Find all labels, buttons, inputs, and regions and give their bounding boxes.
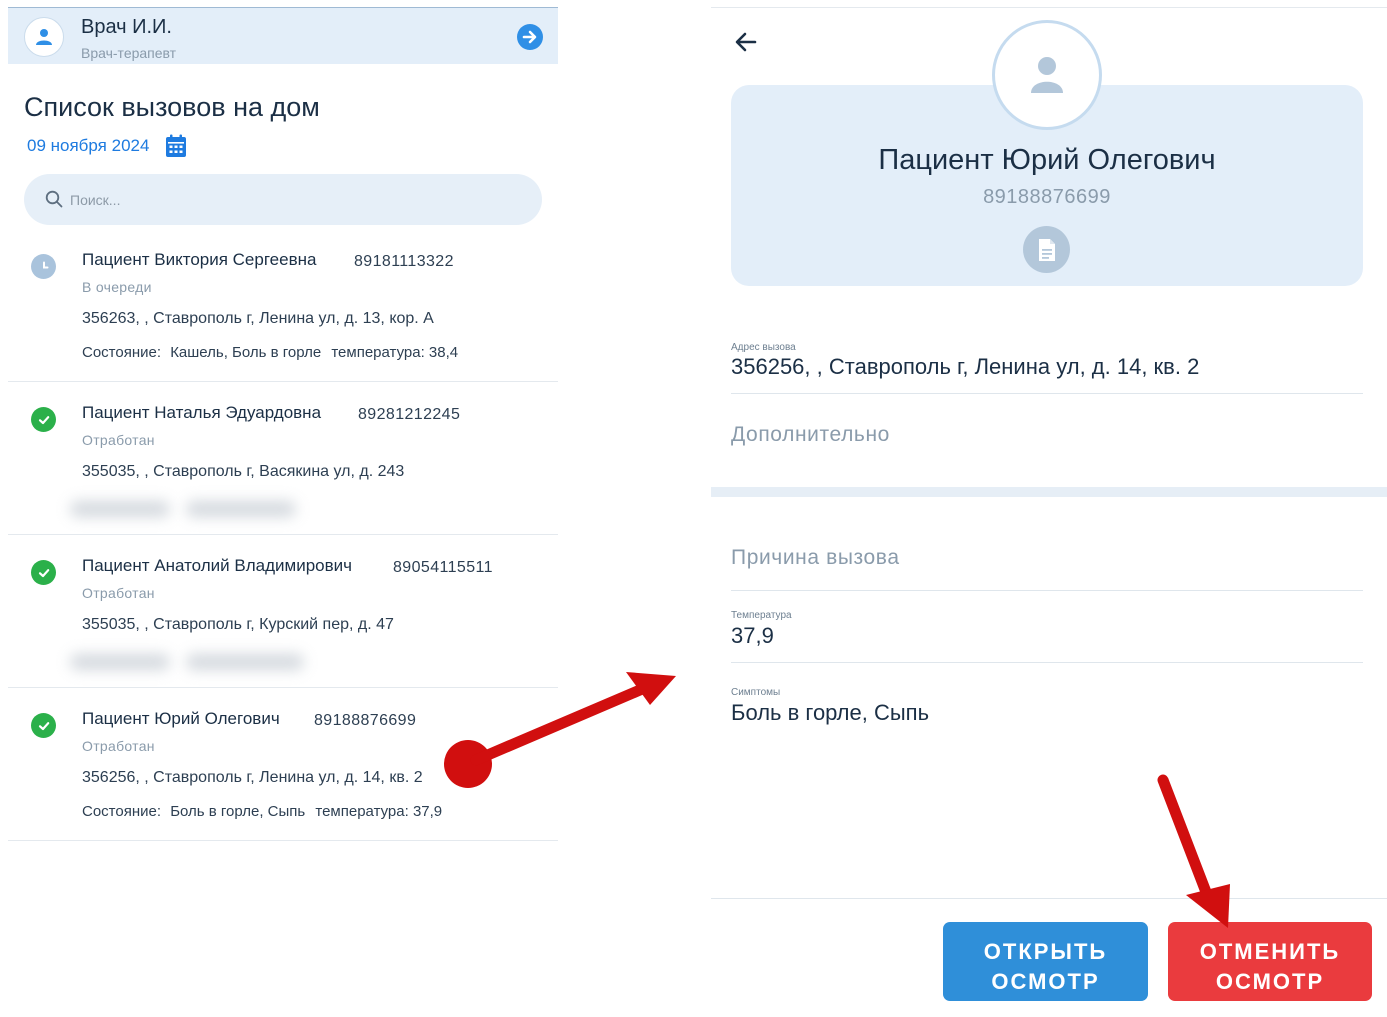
status-badge: Отработан [82,432,155,448]
patient-title: Пациент Юрий Олегович [878,144,1216,176]
patient-condition: Состояние: Кашель, Боль в горле температ… [82,344,458,361]
clock-icon [31,254,56,279]
blurred-text [186,654,304,670]
blurred-text [70,501,170,517]
doctor-name: Врач И.И. [81,16,172,38]
address-value: 356256, , Ставрополь г, Ленина ул, д. 14… [731,354,1200,379]
patient-phone: 89188876699 [983,186,1111,208]
address-label: Адрес вызова [731,342,796,353]
cancel-exam-button[interactable]: ОТМЕНИТЬ ОСМОТР [1168,922,1372,1001]
patient-phone: 89188876699 [314,712,417,729]
arrow-left-icon [735,32,757,52]
home-calls-screen: Врач И.И. Врач-терапевт Список вызовов н… [0,0,560,1017]
patient-address: 355035, , Ставрополь г, Курский пер, д. … [82,616,394,633]
temperature-value: 37,9 [731,623,774,648]
reason-section-title: Причина вызова [731,546,900,569]
doctor-header: Врач И.И. Врач-терапевт [8,7,558,64]
list-item[interactable]: Пациент Виктория Сергеевна 89181113322 В… [8,232,558,382]
section-separator [711,487,1387,497]
symptoms-label: Симптомы [731,687,781,698]
calendar-icon[interactable] [165,134,187,163]
doctor-role: Врач-терапевт [81,45,177,61]
condition-label: Состояние: [82,803,162,820]
patient-address: 355035, , Ставрополь г, Васякина ул, д. … [82,463,405,480]
patient-phone: 89181113322 [354,253,454,270]
status-badge: В очереди [82,279,152,295]
patient-address: 356256, , Ставрополь г, Ленина ул, д. 14… [82,769,423,786]
blurred-text [70,654,170,670]
back-button[interactable] [734,31,758,58]
patient-condition: Состояние: Боль в горле, Сыпь температур… [82,803,442,820]
condition-value: Боль в горле, Сыпь [170,803,306,820]
patient-phone: 89281212245 [358,406,461,423]
user-icon [1031,57,1063,93]
document-icon [1038,238,1055,261]
doctor-avatar[interactable] [24,17,64,57]
selected-date[interactable]: 09 ноября 2024 [27,136,149,156]
patient-name: Пациент Виктория Сергеевна [82,250,317,269]
patient-detail-screen: Пациент Юрий Олегович 89188876699 Адрес … [711,0,1387,1017]
open-exam-button[interactable]: ОТКРЫТЬ ОСМОТР [943,922,1148,1001]
status-badge: Отработан [82,585,155,601]
temperature-label: Температура [731,610,792,621]
list-item[interactable]: Пациент Наталья Эдуардовна 89281212245 О… [8,385,558,535]
document-button[interactable] [1023,226,1070,273]
divider [731,662,1363,663]
symptoms-value: Боль в горле, Сыпь [731,700,930,725]
divider [711,7,1387,8]
search-bar [24,174,542,225]
search-input[interactable] [70,174,510,225]
patient-name: Пациент Юрий Олегович [82,709,280,728]
list-item[interactable]: Пациент Анатолий Владимирович 8905411551… [8,538,558,688]
logout-button[interactable] [517,24,543,50]
list-item[interactable]: Пациент Юрий Олегович 89188876699 Отрабо… [8,691,558,841]
condition-label: Состояние: [82,344,162,361]
additional-section-title[interactable]: Дополнительно [731,423,890,447]
temperature-value: температура: 38,4 [331,344,459,361]
arrow-right-icon [522,30,537,44]
patient-name: Пациент Наталья Эдуардовна [82,403,322,422]
patient-avatar [992,20,1102,130]
user-icon [36,29,52,45]
check-circle-icon [31,713,56,738]
search-icon [45,190,63,208]
divider [731,590,1363,591]
temperature-value: температура: 37,9 [315,803,443,820]
check-circle-icon [31,560,56,585]
blurred-text [186,501,296,517]
status-badge: Отработан [82,738,155,754]
patient-address: 356263, , Ставрополь г, Ленина ул, д. 13… [82,310,434,327]
divider [731,393,1363,394]
patient-phone: 89054115511 [393,559,493,576]
page-title: Список вызовов на дом [24,92,320,122]
check-circle-icon [31,407,56,432]
condition-value: Кашель, Боль в горле [170,344,322,361]
divider [711,898,1387,899]
patient-name: Пациент Анатолий Владимирович [82,556,352,575]
